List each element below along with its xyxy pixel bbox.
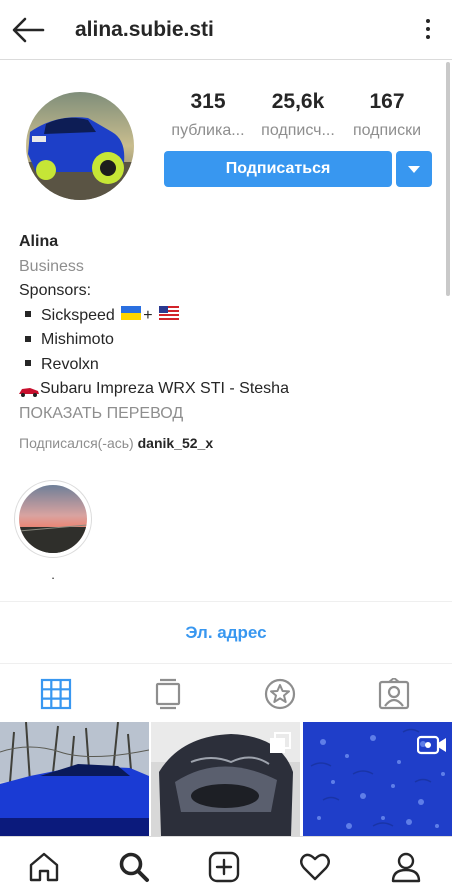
- video-icon: [417, 735, 446, 755]
- back-arrow-icon[interactable]: [10, 14, 46, 46]
- profile-bio: Alina Business Sponsors: Sickspeed + Mis…: [19, 230, 439, 456]
- show-translation-link[interactable]: ПОКАЗАТЬ ПЕРЕВОД: [19, 402, 439, 427]
- stat-value: 167: [369, 90, 405, 113]
- new-post-icon[interactable]: [208, 851, 240, 883]
- stat-label: публика...: [171, 122, 245, 139]
- search-icon[interactable]: [118, 851, 150, 883]
- post-thumbnail[interactable]: [303, 722, 452, 836]
- sponsor-name: Revolxn: [41, 355, 99, 373]
- bio-list-item: Sickspeed +: [19, 304, 439, 329]
- highlight-cover: [19, 485, 87, 553]
- stat-value: 25,6k: [271, 90, 325, 113]
- story-highlight[interactable]: [14, 480, 92, 558]
- followed-by[interactable]: Подписался(-ась) danik_52_x: [19, 431, 439, 456]
- followers-count[interactable]: 25,6k подписч...: [253, 90, 343, 142]
- post-thumbnail[interactable]: [0, 722, 149, 836]
- followed-by-username[interactable]: danik_52_x: [138, 435, 214, 451]
- bio-list-item: Revolxn: [19, 353, 439, 378]
- follow-button[interactable]: Подписаться: [164, 151, 392, 187]
- star-icon[interactable]: [264, 678, 296, 710]
- profile-name: Alina: [19, 233, 59, 250]
- post-thumbnail[interactable]: [151, 722, 300, 836]
- stat-label: подписч...: [261, 122, 335, 139]
- home-icon[interactable]: [28, 851, 60, 883]
- profile-category: Business: [19, 257, 84, 275]
- stat-value: 315: [190, 90, 226, 113]
- following-count[interactable]: 167 подписки: [342, 90, 432, 142]
- top-bar: alina.subie.sti: [0, 0, 452, 60]
- ukraine-flag-icon: [121, 306, 142, 321]
- bio-line: Sponsors:: [19, 282, 92, 299]
- multiple-photos-icon: [270, 732, 291, 753]
- race-car-icon: [19, 387, 39, 397]
- scrollbar[interactable]: [446, 62, 450, 296]
- usa-flag-icon: [159, 306, 180, 321]
- tagged-icon[interactable]: [378, 678, 410, 710]
- sponsor-name: Mishimoto: [41, 331, 114, 348]
- suggestions-dropdown-button[interactable]: [396, 151, 432, 187]
- posts-count[interactable]: 315 публика...: [163, 90, 253, 142]
- plus-sign: +: [143, 306, 153, 324]
- email-contact-button[interactable]: Эл. адрес: [0, 602, 452, 664]
- profile-icon[interactable]: [390, 851, 422, 883]
- bottom-navigation: [0, 836, 452, 895]
- sponsor-name: Sickspeed: [41, 306, 115, 324]
- bio-list-item: Mishimoto: [19, 328, 439, 353]
- more-options-icon[interactable]: [418, 16, 438, 44]
- heart-icon[interactable]: [299, 851, 331, 883]
- highlight-label: .: [51, 567, 55, 582]
- grid-icon[interactable]: [40, 678, 72, 710]
- avatar[interactable]: [26, 92, 134, 200]
- bio-car-line: Subaru Impreza WRX STI - Stesha: [18, 377, 439, 402]
- stat-label: подписки: [352, 122, 422, 139]
- igtv-icon[interactable]: [152, 678, 184, 710]
- profile-tabs: [0, 664, 452, 722]
- posts-grid: [0, 722, 452, 836]
- profile-username: alina.subie.sti: [75, 18, 214, 41]
